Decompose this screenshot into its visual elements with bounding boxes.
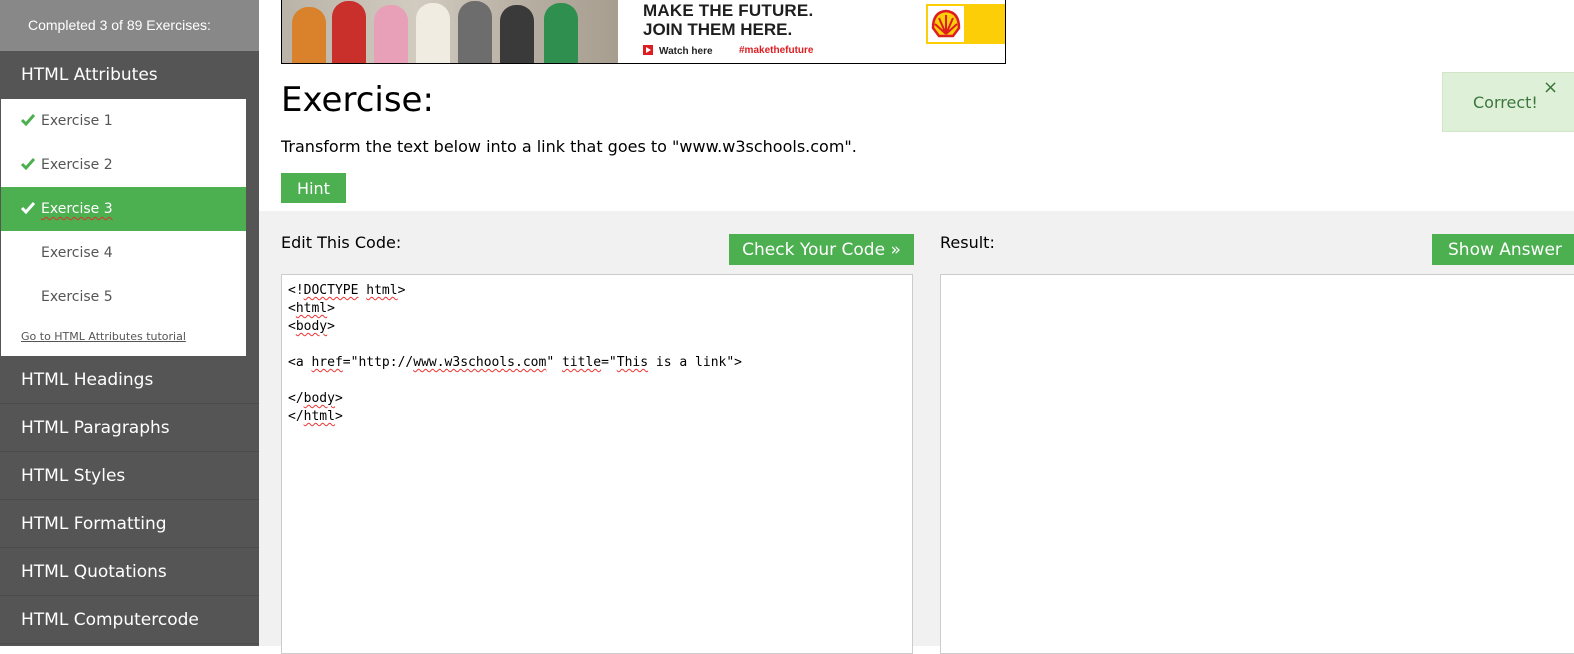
show-answer-button[interactable]: Show Answer (1432, 234, 1574, 265)
exercise-label: Exercise 5 (41, 289, 113, 305)
exercise-item-4[interactable]: Exercise 4 (1, 231, 246, 275)
checkmark-icon (21, 143, 37, 187)
exercise-label: Exercise 1 (41, 113, 113, 129)
ad-hashtag: #makethefuture (739, 45, 814, 56)
exercise-item-5[interactable]: Exercise 5 (1, 275, 246, 319)
sidebar-section-html-styles[interactable]: HTML Styles (0, 452, 259, 500)
exercise-label: Exercise 3 (41, 201, 113, 217)
progress-text: Completed 3 of 89 Exercises: (0, 0, 259, 51)
result-frame (940, 274, 1574, 654)
result-label: Result: (940, 233, 995, 252)
tutorial-link[interactable]: Go to HTML Attributes tutorial (21, 330, 186, 343)
exercise-label: Exercise 2 (41, 157, 113, 173)
exercise-label: Exercise 4 (41, 245, 113, 261)
exercise-item-3[interactable]: Exercise 3 (1, 187, 246, 231)
sidebar-sections: HTML Headings HTML Paragraphs HTML Style… (0, 356, 259, 644)
sidebar-section-html-formatting[interactable]: HTML Formatting (0, 500, 259, 548)
check-code-button[interactable]: Check Your Code » (729, 234, 914, 265)
exercise-item-1[interactable]: Exercise 1 (1, 99, 246, 143)
play-icon (643, 45, 653, 55)
exercise-list: Exercise 1 Exercise 2 Exercise 3 Exercis… (1, 99, 246, 356)
ad-headline-2: JOIN THEM HERE. (643, 20, 793, 39)
exercise-item-2[interactable]: Exercise 2 (1, 143, 246, 187)
ad-headline-1: MAKE THE FUTURE. (643, 1, 814, 20)
sidebar-section-html-paragraphs[interactable]: HTML Paragraphs (0, 404, 259, 452)
sidebar: Completed 3 of 89 Exercises: HTML Attrib… (0, 0, 259, 646)
sidebar-section-html-attributes[interactable]: HTML Attributes (0, 51, 259, 99)
shell-logo (926, 4, 1005, 44)
checkmark-icon (21, 99, 37, 143)
ad-watch-link[interactable]: Watch here (643, 45, 713, 57)
edit-code-label: Edit This Code: (281, 233, 402, 252)
checkmark-icon (21, 187, 37, 231)
sidebar-section-html-headings[interactable]: HTML Headings (0, 356, 259, 404)
ad-watch-label: Watch here (659, 46, 713, 57)
code-text[interactable]: <!DOCTYPE html> <html> <body> <a href="h… (282, 275, 912, 426)
close-icon[interactable]: × (1543, 79, 1558, 97)
exercise-title: Exercise: (281, 80, 434, 120)
sidebar-section-html-computercode[interactable]: HTML Computercode (0, 596, 259, 644)
hint-button[interactable]: Hint (281, 173, 346, 203)
sidebar-section-html-quotations[interactable]: HTML Quotations (0, 548, 259, 596)
advertisement-banner[interactable]: MAKE THE FUTURE. JOIN THEM HERE. Watch h… (281, 0, 1006, 64)
code-editor[interactable]: <!DOCTYPE html> <html> <body> <a href="h… (281, 274, 913, 654)
correct-notification: Correct! × (1442, 72, 1574, 132)
exercise-description: Transform the text below into a link tha… (281, 137, 857, 156)
notification-text: Correct! (1473, 93, 1538, 112)
ad-photo (282, 0, 618, 63)
